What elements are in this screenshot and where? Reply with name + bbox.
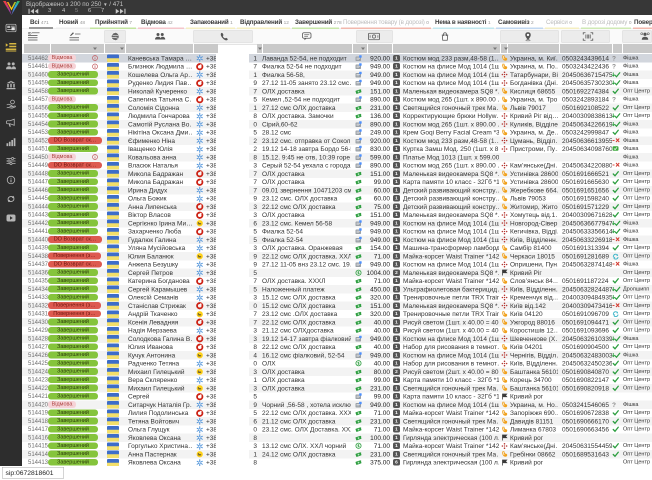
svg-text:ID: ID <box>28 32 32 36</box>
